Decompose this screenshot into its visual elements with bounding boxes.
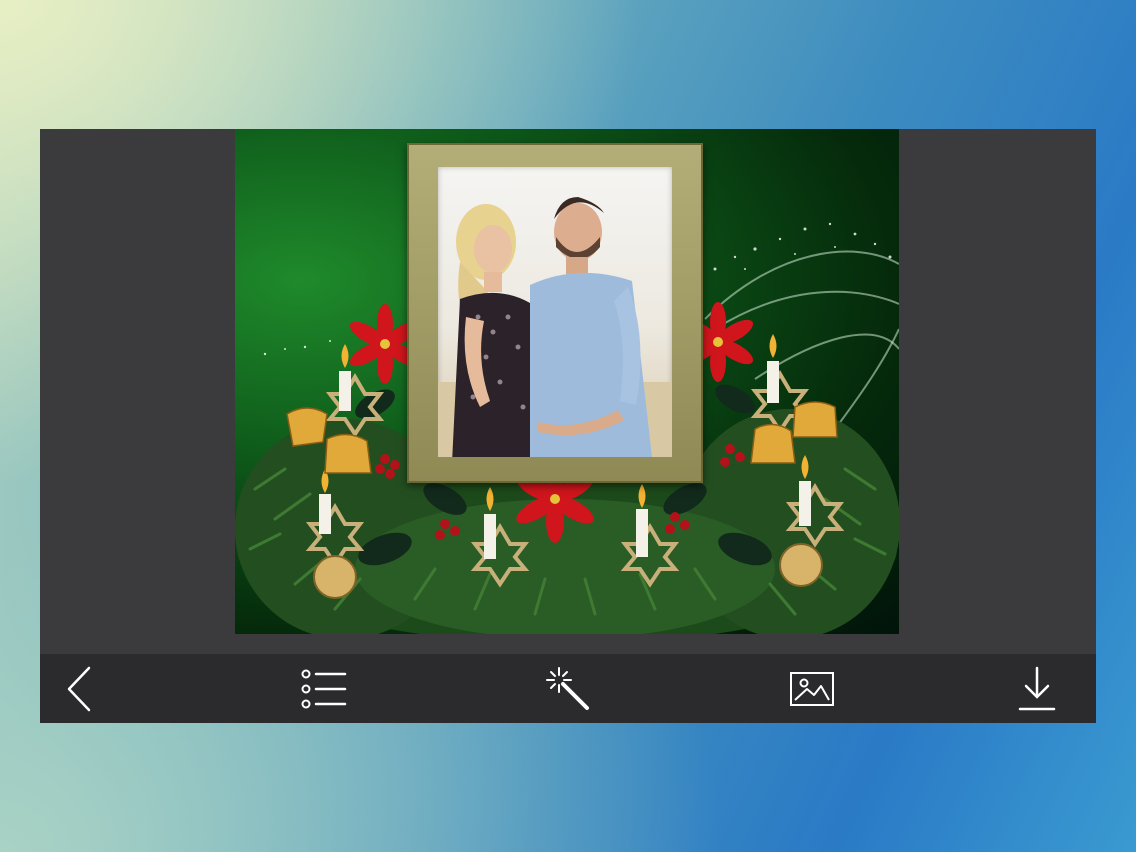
- bottom-toolbar: [40, 654, 1096, 723]
- edited-photo-canvas[interactable]: [235, 129, 899, 634]
- gallery-button[interactable]: [772, 654, 852, 723]
- download-icon: [1018, 666, 1056, 710]
- frames-list-button[interactable]: [284, 654, 364, 723]
- back-chevron-icon: [67, 666, 91, 711]
- magic-wand-icon: [546, 666, 589, 710]
- list-icon: [301, 669, 347, 708]
- back-button[interactable]: [40, 654, 120, 723]
- couple-photo[interactable]: [438, 167, 672, 457]
- image-gallery-icon: [790, 671, 834, 706]
- download-button[interactable]: [997, 654, 1077, 723]
- photo-editor-panel: [40, 129, 1096, 723]
- photo-frame-border: [407, 143, 703, 483]
- effects-button[interactable]: [528, 654, 608, 723]
- couple-photo-illustration: [438, 197, 672, 457]
